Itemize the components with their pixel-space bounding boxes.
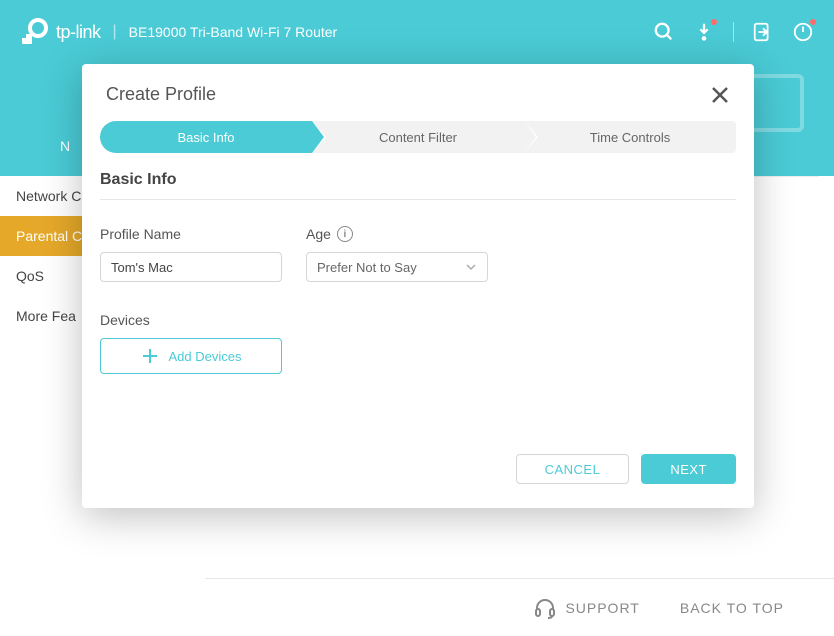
brand-logo: tp-link	[20, 18, 101, 46]
search-icon[interactable]	[653, 21, 675, 43]
plus-icon	[141, 347, 159, 365]
header-actions	[653, 21, 814, 43]
wizard-steps: Basic Info Content Filter Time Controls	[82, 121, 754, 153]
profile-name-input[interactable]	[100, 252, 282, 282]
support-link[interactable]: SUPPORT	[533, 596, 639, 620]
page-footer: SUPPORT BACK TO TOP	[205, 578, 834, 636]
devices-section: Devices Add Devices	[82, 282, 754, 374]
nav-peek-label: N	[60, 138, 70, 154]
step-content-filter[interactable]: Content Filter	[312, 121, 524, 153]
chevron-down-icon	[465, 261, 477, 273]
age-select[interactable]: Prefer Not to Say	[306, 252, 488, 282]
modal-footer: CANCEL NEXT	[82, 374, 754, 508]
next-button[interactable]: NEXT	[641, 454, 736, 484]
profile-name-label: Profile Name	[100, 226, 282, 242]
support-label: SUPPORT	[565, 600, 639, 616]
age-label: Age i	[306, 226, 488, 242]
close-icon[interactable]	[710, 85, 730, 105]
profile-name-field-group: Profile Name	[100, 226, 282, 282]
headset-icon	[533, 596, 557, 620]
add-devices-label: Add Devices	[169, 349, 242, 364]
header-icon-divider	[733, 22, 734, 42]
age-label-text: Age	[306, 226, 331, 242]
notification-badge-icon	[711, 19, 717, 25]
devices-label: Devices	[100, 312, 736, 328]
download-icon[interactable]	[693, 21, 715, 43]
add-devices-button[interactable]: Add Devices	[100, 338, 282, 374]
top-header: tp-link | BE19000 Tri-Band Wi-Fi 7 Route…	[0, 0, 834, 64]
modal-header: Create Profile	[82, 64, 754, 121]
reboot-icon[interactable]	[792, 21, 814, 43]
step-time-controls[interactable]: Time Controls	[524, 121, 736, 153]
age-select-value: Prefer Not to Say	[317, 260, 417, 275]
header-divider: |	[113, 23, 117, 41]
back-to-top-link[interactable]: BACK TO TOP	[680, 600, 784, 616]
modal-title: Create Profile	[106, 84, 216, 105]
age-field-group: Age i Prefer Not to Say	[306, 226, 488, 282]
step-basic-info[interactable]: Basic Info	[100, 121, 312, 153]
tplink-logo-icon	[20, 18, 50, 46]
logout-icon[interactable]	[752, 21, 774, 43]
info-icon[interactable]: i	[337, 226, 353, 242]
brand-text: tp-link	[56, 22, 101, 43]
section-heading: Basic Info	[82, 153, 754, 199]
product-name: BE19000 Tri-Band Wi-Fi 7 Router	[129, 24, 338, 40]
notification-badge-icon	[810, 19, 816, 25]
form-row: Profile Name Age i Prefer Not to Say	[82, 200, 754, 282]
create-profile-modal: Create Profile Basic Info Content Filter…	[82, 64, 754, 508]
cancel-button[interactable]: CANCEL	[516, 454, 630, 484]
